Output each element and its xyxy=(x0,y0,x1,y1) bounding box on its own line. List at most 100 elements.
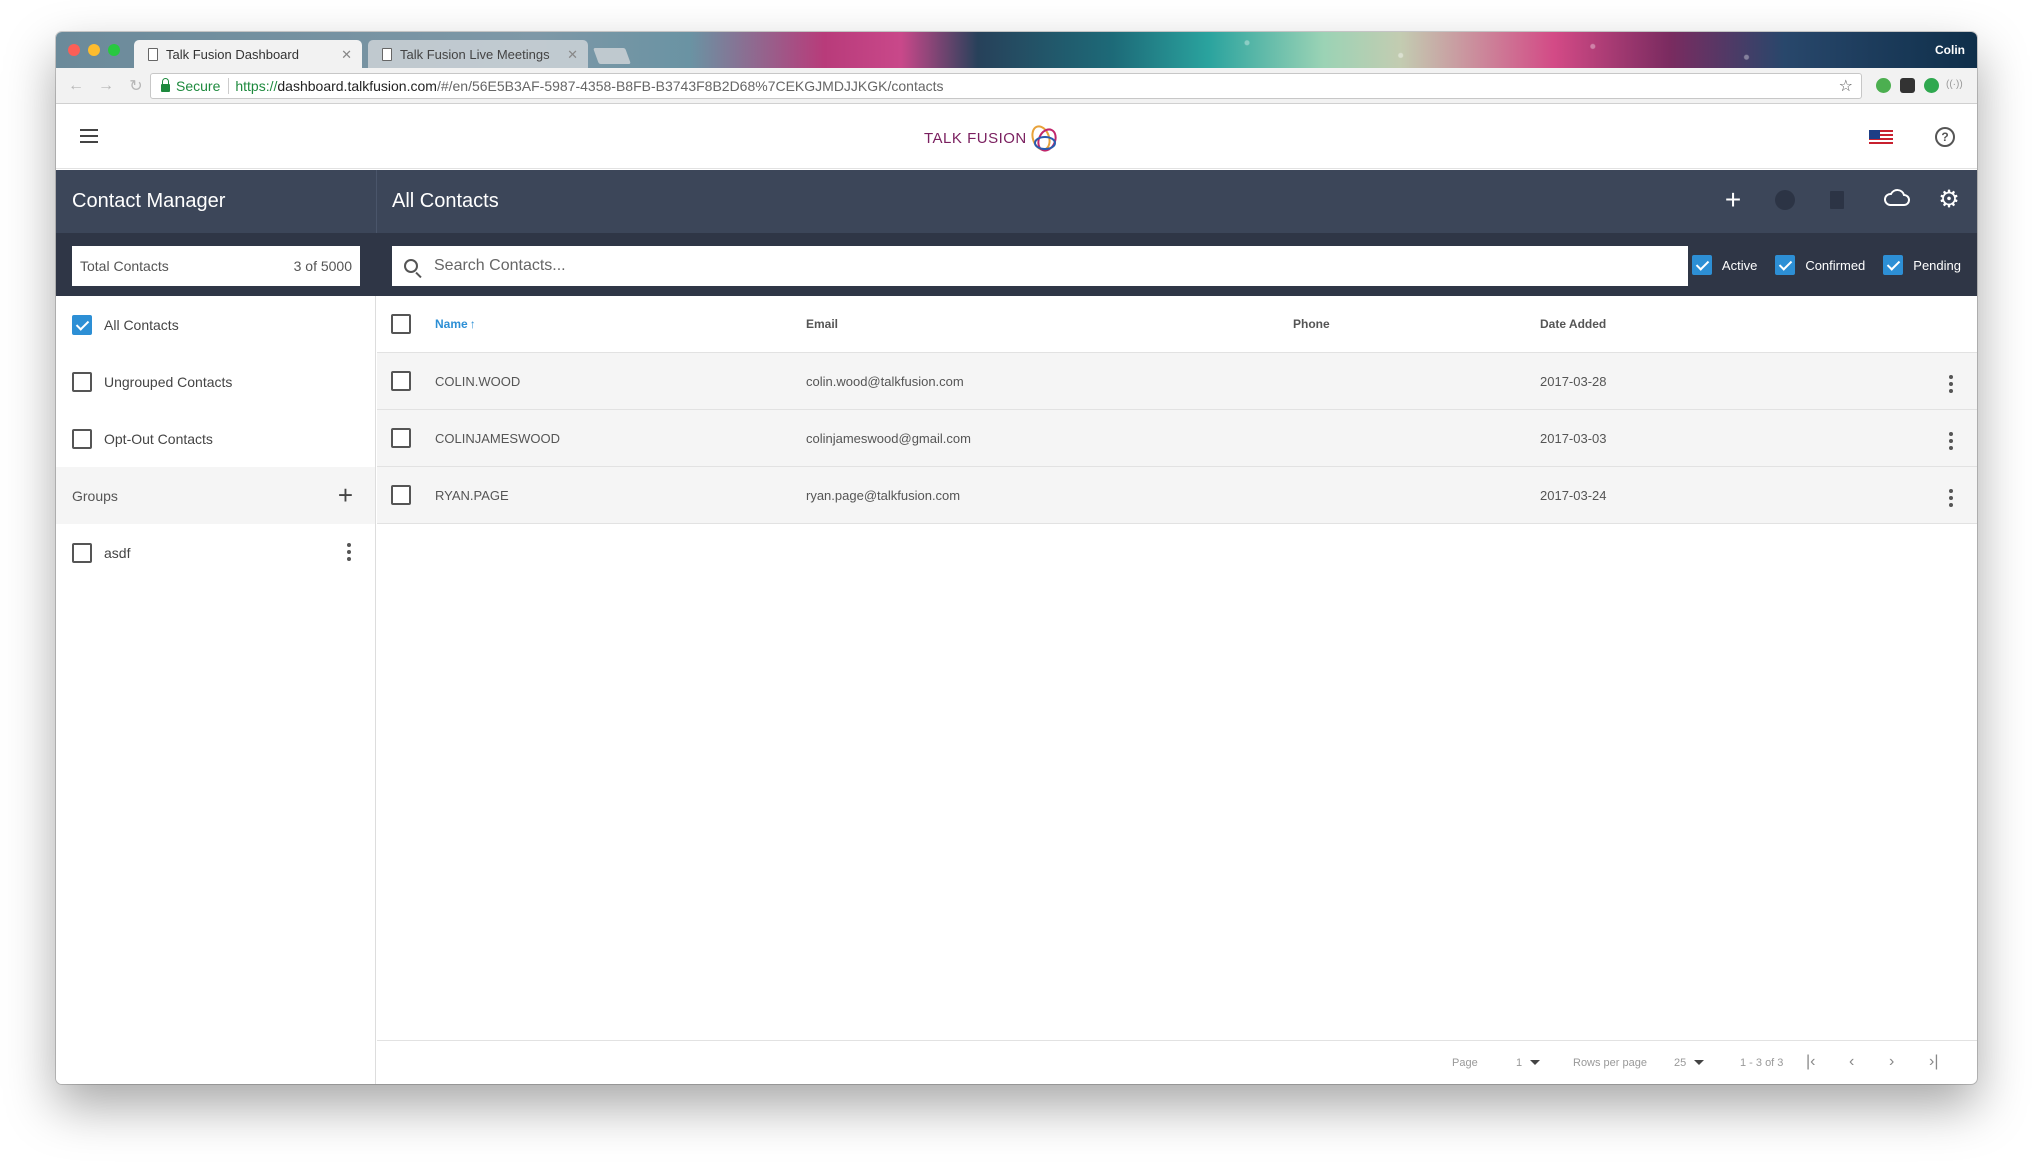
contacts-table: Name ↑ Email Phone Date Added COLIN.WOOD … xyxy=(377,296,1977,1084)
rows-per-page-select[interactable]: 25 xyxy=(1674,1057,1705,1069)
butterfly-logo-icon xyxy=(1031,125,1057,152)
sidebar-item-label: Opt-Out Contacts xyxy=(104,430,213,447)
pending-checkbox[interactable] xyxy=(1883,255,1904,275)
filter-label: Pending xyxy=(1913,257,1961,273)
reload-icon[interactable]: ↻ xyxy=(126,76,146,96)
contact-email: colin.wood@talkfusion.com xyxy=(806,374,964,389)
merge-icon[interactable] xyxy=(1771,186,1799,214)
group-more-icon[interactable] xyxy=(347,543,351,564)
maximize-window-button[interactable] xyxy=(108,44,120,56)
all-contacts-title: All Contacts xyxy=(392,190,499,212)
minimize-window-button[interactable] xyxy=(88,44,100,56)
contact-manager-title: Contact Manager xyxy=(72,190,226,212)
close-tab-icon[interactable]: ✕ xyxy=(567,47,578,63)
contact-email: ryan.page@talkfusion.com xyxy=(806,488,961,503)
talk-fusion-logo[interactable]: TALK FUSION xyxy=(924,121,1061,155)
table-row[interactable]: COLIN.WOOD colin.wood@talkfusion.com 201… xyxy=(377,353,1977,410)
sidebar-item-label: Ungrouped Contacts xyxy=(104,373,233,390)
table-row[interactable]: COLINJAMESWOOD colinjameswood@gmail.com … xyxy=(377,410,1977,467)
cloud-icon[interactable] xyxy=(1883,186,1911,214)
filter-pending[interactable]: Pending xyxy=(1883,255,1961,275)
filter-bar: Total Contacts 3 of 5000 Active Confirme… xyxy=(56,233,1977,296)
close-window-button[interactable] xyxy=(68,44,80,56)
app-header: TALK FUSION ? xyxy=(56,105,1977,169)
row-more-icon[interactable] xyxy=(1949,432,1953,453)
confirmed-checkbox[interactable] xyxy=(1775,255,1796,275)
previous-page-icon[interactable]: ‹ xyxy=(1849,1053,1854,1071)
tab-label: Talk Fusion Live Meetings xyxy=(400,46,550,62)
groups-label: Groups xyxy=(72,487,118,504)
menu-icon[interactable] xyxy=(80,129,98,143)
gear-icon[interactable]: ⚙ xyxy=(1935,186,1963,214)
chevron-down-icon xyxy=(1694,1060,1705,1065)
url-scheme: https:// xyxy=(235,78,278,94)
add-group-icon[interactable]: + xyxy=(338,480,353,511)
help-icon[interactable]: ? xyxy=(1935,127,1955,147)
group-item-asdf[interactable]: asdf xyxy=(56,524,375,581)
ungrouped-contacts-checkbox[interactable] xyxy=(72,371,92,392)
search-input[interactable] xyxy=(434,257,1634,275)
sidebar-item-label: All Contacts xyxy=(104,316,179,333)
filter-confirmed[interactable]: Confirmed xyxy=(1775,255,1865,275)
extension-dark-icon[interactable] xyxy=(1900,78,1915,93)
sidebar-item-opt-out-contacts[interactable]: Opt-Out Contacts xyxy=(56,410,375,467)
extension-wave-icon[interactable]: ((·)) xyxy=(1946,79,1963,94)
forward-icon[interactable]: → xyxy=(96,77,116,95)
pagination-footer: Page 1 Rows per page 25 1 - 3 of 3 |‹ ‹ … xyxy=(377,1040,1977,1084)
contact-date-added: 2017-03-03 xyxy=(1540,431,1607,446)
url-divider xyxy=(228,78,230,94)
row-checkbox[interactable] xyxy=(391,485,411,505)
page-select[interactable]: 1 xyxy=(1516,1057,1541,1069)
contact-name: COLINJAMESWOOD xyxy=(435,431,560,446)
url-path: /#/en/56E5B3AF-5987-4358-B8FB-B3743F8B2D… xyxy=(436,78,944,94)
select-all-checkbox[interactable] xyxy=(391,314,411,334)
last-page-icon[interactable]: ›| xyxy=(1929,1053,1938,1071)
filter-active[interactable]: Active xyxy=(1691,255,1758,275)
filter-label: Active xyxy=(1721,257,1758,273)
column-date-added[interactable]: Date Added xyxy=(1540,317,1606,331)
tab-talk-fusion-live-meetings[interactable]: Talk Fusion Live Meetings ✕ xyxy=(368,40,588,68)
next-page-icon[interactable]: › xyxy=(1889,1053,1894,1071)
table-header: Name ↑ Email Phone Date Added xyxy=(377,296,1977,353)
first-page-icon[interactable]: |‹ xyxy=(1806,1053,1815,1071)
all-contacts-checkbox[interactable] xyxy=(72,314,92,335)
group-label: asdf xyxy=(104,544,131,561)
column-email[interactable]: Email xyxy=(806,317,838,331)
extension-green-icon[interactable] xyxy=(1876,78,1891,93)
bookmark-star-icon[interactable]: ☆ xyxy=(1839,76,1853,96)
address-bar[interactable]: Secure https:// dashboard.talkfusion.com… xyxy=(150,73,1862,99)
row-more-icon[interactable] xyxy=(1949,489,1953,510)
table-row[interactable]: RYAN.PAGE ryan.page@talkfusion.com 2017-… xyxy=(377,467,1977,524)
sidebar-item-all-contacts[interactable]: All Contacts xyxy=(56,296,375,353)
us-flag-icon[interactable] xyxy=(1869,130,1893,146)
active-checkbox[interactable] xyxy=(1691,255,1712,275)
rows-per-page-label: Rows per page xyxy=(1573,1057,1647,1069)
filter-label: Confirmed xyxy=(1805,257,1866,273)
column-name[interactable]: Name ↑ xyxy=(435,317,476,331)
row-more-icon[interactable] xyxy=(1949,375,1953,396)
sidebar-item-ungrouped-contacts[interactable]: Ungrouped Contacts xyxy=(56,353,375,410)
profile-name[interactable]: Colin xyxy=(1935,43,1965,57)
tab-talk-fusion-dashboard[interactable]: Talk Fusion Dashboard ✕ xyxy=(134,40,362,68)
row-checkbox[interactable] xyxy=(391,428,411,448)
close-tab-icon[interactable]: ✕ xyxy=(341,47,352,63)
opt-out-contacts-checkbox[interactable] xyxy=(72,428,92,449)
add-icon[interactable]: + xyxy=(1719,186,1747,214)
browser-window: Talk Fusion Dashboard ✕ Talk Fusion Live… xyxy=(56,32,1977,1084)
row-checkbox[interactable] xyxy=(391,371,411,391)
new-tab-button[interactable] xyxy=(593,48,631,64)
page-range: 1 - 3 of 3 xyxy=(1740,1057,1784,1069)
sort-ascending-icon: ↑ xyxy=(469,317,476,331)
contact-name: COLIN.WOOD xyxy=(435,374,521,389)
lock-icon xyxy=(161,78,170,92)
groups-header: Groups + xyxy=(56,467,375,524)
chevron-down-icon xyxy=(1530,1060,1541,1065)
group-checkbox[interactable] xyxy=(72,542,92,563)
total-contacts-value: 3 of 5000 xyxy=(293,258,352,274)
extension-circle-icon[interactable] xyxy=(1924,78,1939,93)
column-phone[interactable]: Phone xyxy=(1293,317,1330,331)
sidebar: All Contacts Ungrouped Contacts Opt-Out … xyxy=(56,296,376,1084)
back-icon[interactable]: ← xyxy=(66,77,86,95)
trash-icon[interactable] xyxy=(1823,186,1851,214)
tab-label: Talk Fusion Dashboard xyxy=(166,46,299,62)
